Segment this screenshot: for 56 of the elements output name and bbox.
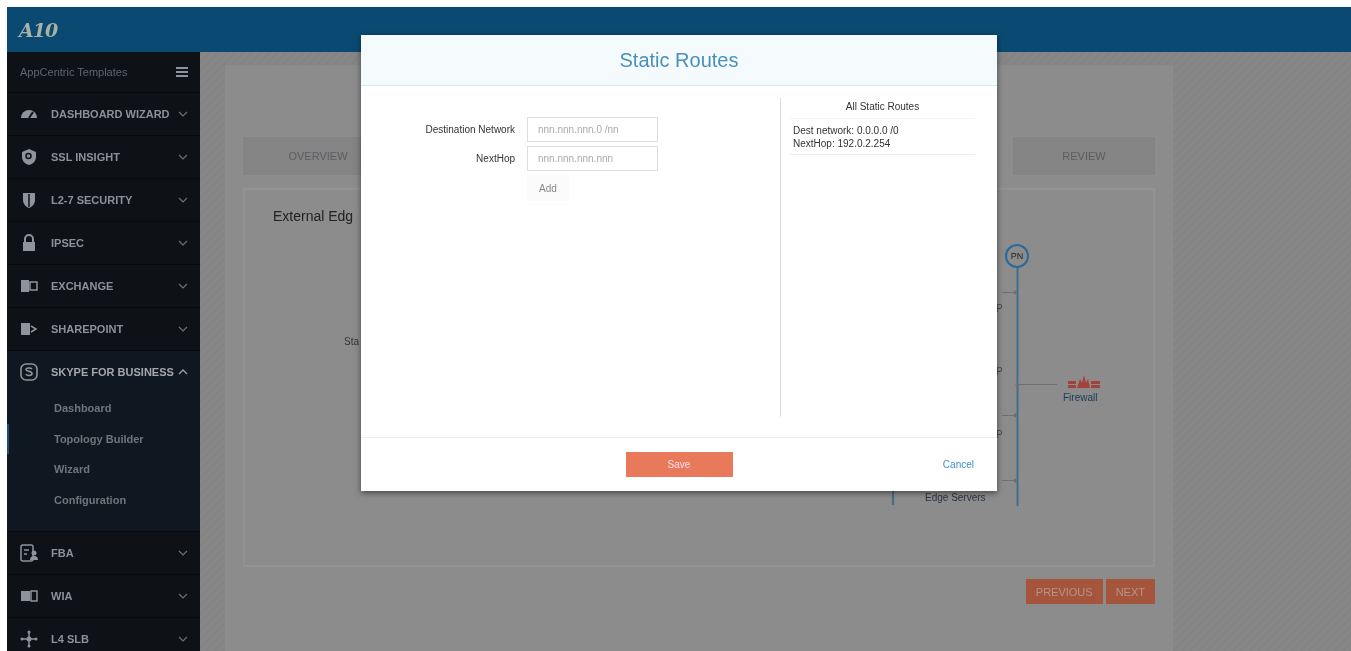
save-button[interactable]: Save bbox=[625, 452, 733, 477]
firewall-icon bbox=[1068, 375, 1100, 389]
connector-line bbox=[1015, 382, 1057, 387]
connector-tick bbox=[1002, 290, 1018, 295]
chevron-down-icon bbox=[178, 326, 188, 332]
node-label: P bbox=[996, 429, 1003, 440]
chevron-down-icon bbox=[178, 154, 188, 160]
chevron-down-icon bbox=[178, 636, 188, 642]
sidebar-title: AppCentric Templates bbox=[20, 66, 128, 78]
sidebar-item[interactable]: L4 SLB bbox=[7, 618, 200, 651]
node-label: P bbox=[996, 303, 1003, 314]
sidebar-item[interactable]: EXCHANGE bbox=[7, 265, 200, 307]
nav-button[interactable]: PREVIOUS bbox=[1025, 579, 1103, 604]
sidebar-item[interactable]: SKYPE FOR BUSINESS bbox=[7, 351, 200, 393]
node-circle: PN bbox=[1005, 244, 1029, 268]
firewall-label: Firewall bbox=[1063, 392, 1098, 403]
field-label: Destination Network bbox=[424, 124, 515, 135]
diagram-label: Sta bbox=[344, 336, 359, 347]
modal-title: Static Routes bbox=[619, 48, 739, 72]
sidebar-subitem[interactable]: Wizard bbox=[7, 454, 200, 485]
chevron-down-icon bbox=[178, 593, 188, 599]
sidebar-item[interactable]: SHAREPOINT bbox=[7, 308, 200, 350]
chevron-down-icon bbox=[178, 550, 188, 556]
chevron-up-icon bbox=[178, 369, 188, 375]
connector-tick bbox=[1002, 413, 1018, 418]
input-field[interactable]: nnn.nnn.nnn.0 /nn bbox=[527, 117, 658, 142]
menu-icon[interactable] bbox=[176, 67, 188, 77]
nav-button[interactable]: NEXT bbox=[1105, 579, 1155, 604]
route-text: NextHop: 192.0.2.254 bbox=[793, 137, 892, 150]
sidebar-subitem[interactable]: Dashboard bbox=[7, 393, 200, 424]
network-icon bbox=[19, 629, 39, 649]
skype-icon bbox=[19, 362, 39, 382]
document-user-icon bbox=[19, 543, 39, 563]
chevron-down-icon bbox=[178, 240, 188, 246]
shield-search-icon bbox=[19, 147, 39, 167]
cancel-link[interactable]: Cancel bbox=[942, 459, 974, 470]
sidebar-item[interactable]: IPSEC bbox=[7, 222, 200, 264]
add-button[interactable]: Add bbox=[527, 175, 569, 201]
chevron-down-icon bbox=[178, 283, 188, 289]
servers-label: Edge Servers bbox=[925, 492, 986, 503]
sidebar-item[interactable]: DASHBOARD WIZARD bbox=[7, 93, 200, 135]
sidebar-item[interactable]: WIA bbox=[7, 575, 200, 617]
chevron-down-icon bbox=[178, 111, 188, 117]
route-text: Dest network: 0.0.0.0 /0 bbox=[793, 124, 900, 137]
sidebar-item[interactable]: SSL INSIGHT bbox=[7, 136, 200, 178]
node-label: P bbox=[996, 366, 1003, 377]
sidebar-subitem[interactable]: Configuration bbox=[7, 484, 200, 515]
field-label: NextHop bbox=[475, 153, 515, 164]
routes-title: All Static Routes bbox=[790, 100, 975, 119]
connector-tick bbox=[1002, 478, 1018, 483]
input-field[interactable]: nnn.nnn.nnn.nnn bbox=[527, 146, 658, 171]
chevron-down-icon bbox=[178, 197, 188, 203]
sidebar-item[interactable]: FBA bbox=[7, 532, 200, 574]
logo: A10 bbox=[19, 18, 58, 41]
sidebar-item[interactable]: L2-7 SECURITY bbox=[7, 179, 200, 221]
panel-title: External Edg bbox=[273, 208, 354, 224]
